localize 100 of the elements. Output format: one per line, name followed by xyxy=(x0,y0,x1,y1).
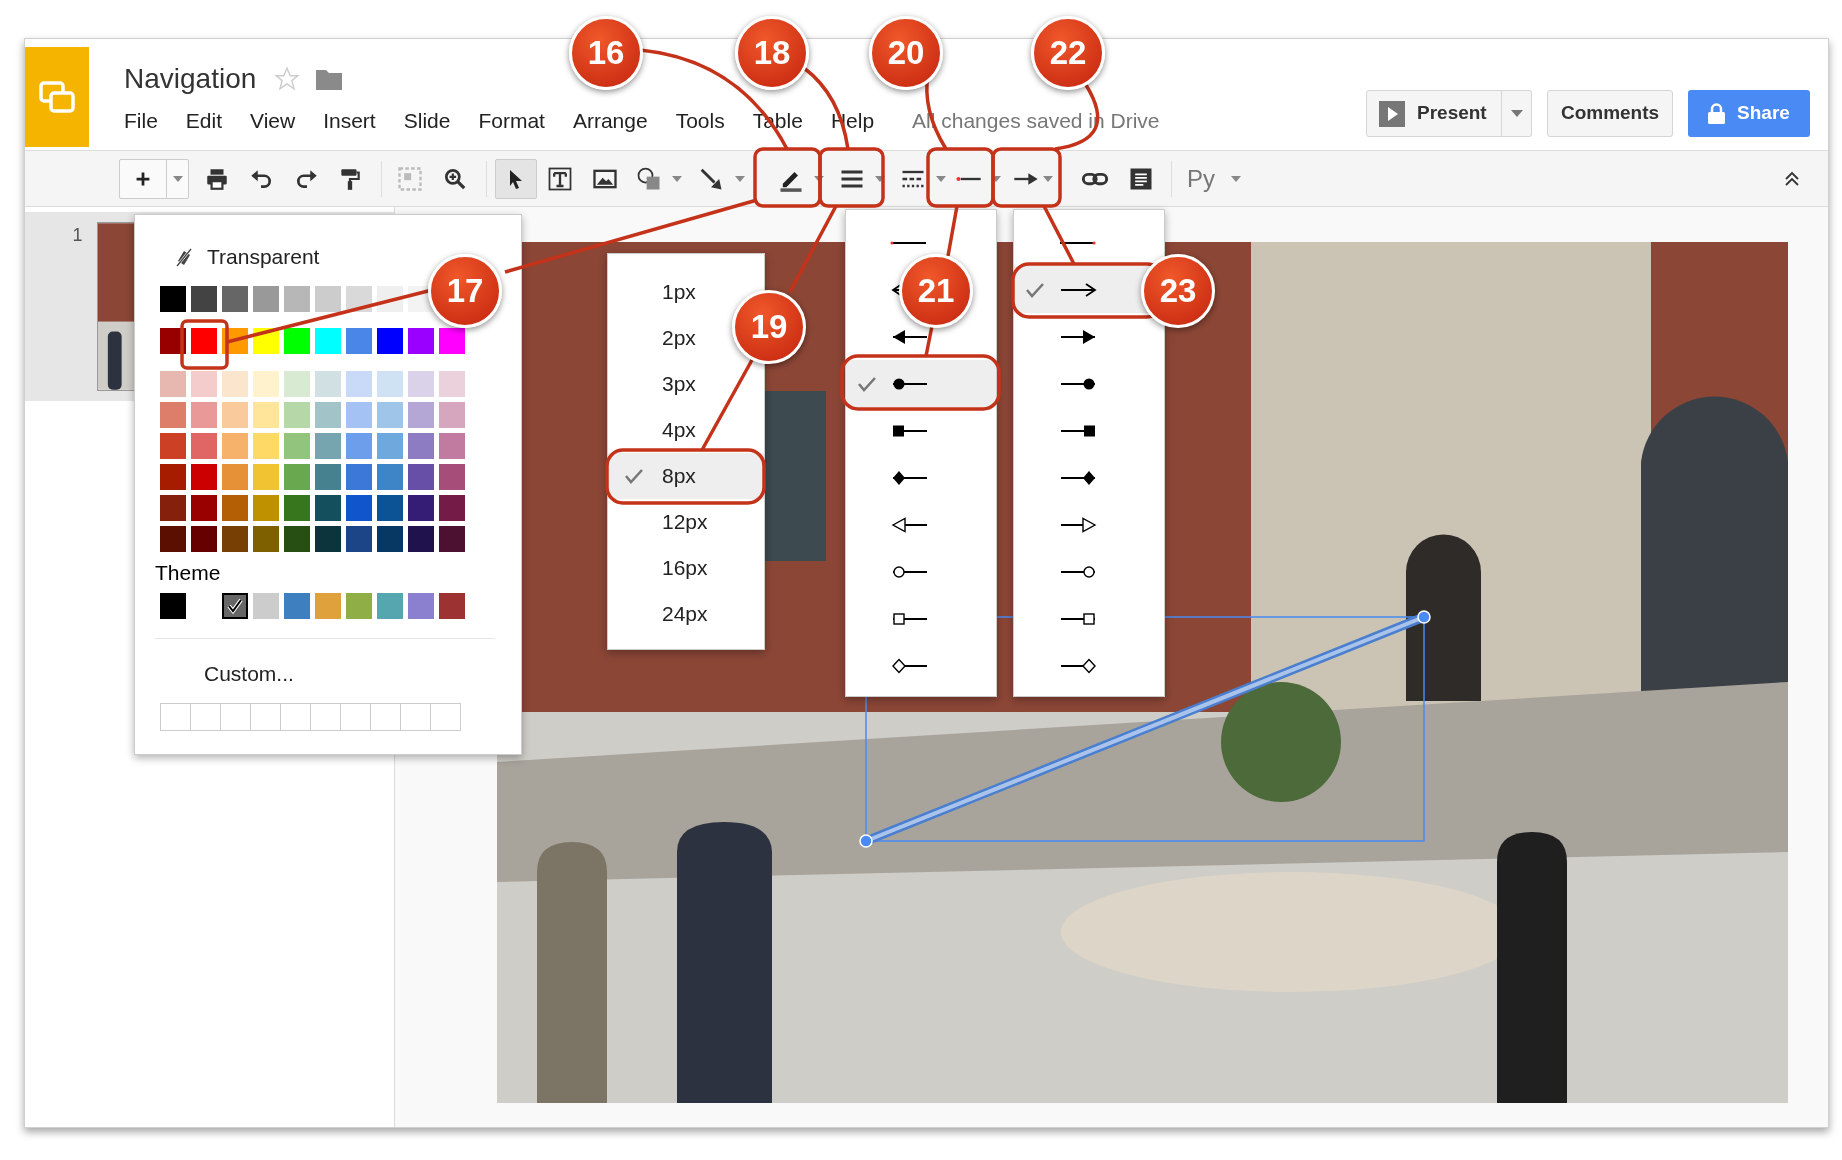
color-swatch[interactable] xyxy=(439,464,465,490)
color-swatch[interactable] xyxy=(191,464,217,490)
custom-color-slot[interactable] xyxy=(220,703,251,731)
color-swatch[interactable] xyxy=(253,593,279,619)
caret-icon[interactable] xyxy=(1231,175,1241,182)
custom-color-slot[interactable] xyxy=(310,703,341,731)
app-logo[interactable] xyxy=(25,47,89,147)
color-swatch[interactable] xyxy=(160,495,186,521)
menu-item[interactable]: Format xyxy=(478,105,545,137)
color-swatch[interactable] xyxy=(377,526,403,552)
color-swatch[interactable] xyxy=(408,328,434,354)
menu-option[interactable]: 12px xyxy=(608,499,764,545)
menu-item[interactable]: Arrange xyxy=(572,105,648,137)
color-swatch[interactable] xyxy=(191,371,217,397)
document-title[interactable]: Navigation xyxy=(124,58,257,100)
color-swatch[interactable] xyxy=(191,433,217,459)
color-swatch[interactable] xyxy=(160,593,186,619)
color-swatch[interactable] xyxy=(377,371,403,397)
caret-icon[interactable] xyxy=(814,175,824,182)
color-swatch[interactable] xyxy=(315,402,341,428)
color-swatch[interactable] xyxy=(377,464,403,490)
color-swatch[interactable] xyxy=(377,593,403,619)
caret-icon[interactable] xyxy=(172,175,183,182)
color-swatch[interactable] xyxy=(253,402,279,428)
comments-button[interactable]: Comments xyxy=(1547,90,1673,137)
color-swatch[interactable] xyxy=(222,371,248,397)
caret-icon[interactable] xyxy=(672,175,682,182)
new-slide-button[interactable] xyxy=(119,158,189,199)
custom-color-slot[interactable] xyxy=(280,703,311,731)
color-swatch[interactable] xyxy=(408,402,434,428)
color-swatch[interactable] xyxy=(408,526,434,552)
color-swatch[interactable] xyxy=(408,371,434,397)
custom-color-slot[interactable] xyxy=(370,703,401,731)
color-swatch[interactable] xyxy=(222,464,248,490)
color-swatch[interactable] xyxy=(160,371,186,397)
color-swatch[interactable] xyxy=(191,328,217,354)
menu-item[interactable]: Edit xyxy=(185,105,223,137)
menu-option[interactable]: 4px xyxy=(608,407,764,453)
select-button[interactable] xyxy=(495,158,537,199)
menu-item[interactable]: Insert xyxy=(323,105,376,137)
menu-option[interactable]: 3px xyxy=(608,361,764,407)
color-swatch[interactable] xyxy=(408,593,434,619)
color-swatch[interactable] xyxy=(439,328,465,354)
custom-color-slot[interactable] xyxy=(160,703,191,731)
color-swatch[interactable] xyxy=(222,526,248,552)
caret-icon[interactable] xyxy=(1043,175,1053,182)
color-swatch[interactable] xyxy=(377,402,403,428)
color-swatch[interactable] xyxy=(346,495,372,521)
custom-color-slot[interactable] xyxy=(190,703,221,731)
color-swatch[interactable] xyxy=(408,433,434,459)
color-swatch[interactable] xyxy=(284,286,310,312)
color-swatch[interactable] xyxy=(346,526,372,552)
color-swatch[interactable] xyxy=(253,464,279,490)
color-swatch[interactable] xyxy=(346,464,372,490)
color-swatch[interactable] xyxy=(191,495,217,521)
color-swatch[interactable] xyxy=(284,526,310,552)
color-swatch[interactable] xyxy=(160,526,186,552)
fit-icon[interactable] xyxy=(396,164,424,193)
color-swatch[interactable] xyxy=(377,433,403,459)
color-swatch[interactable] xyxy=(284,328,310,354)
color-swatch[interactable] xyxy=(222,286,248,312)
color-swatch[interactable] xyxy=(346,402,372,428)
color-swatch[interactable] xyxy=(222,593,248,619)
color-swatch[interactable] xyxy=(160,286,186,312)
menu-option[interactable]: 16px xyxy=(608,545,764,591)
color-swatch[interactable] xyxy=(315,593,341,619)
input-tools-button[interactable]: Py xyxy=(1187,160,1215,197)
color-swatch[interactable] xyxy=(315,526,341,552)
custom-color-slot[interactable] xyxy=(400,703,431,731)
menu-option[interactable]: 8px xyxy=(608,453,764,499)
color-swatch[interactable] xyxy=(408,464,434,490)
color-swatch[interactable] xyxy=(377,328,403,354)
color-swatch[interactable] xyxy=(253,371,279,397)
color-swatch[interactable] xyxy=(346,433,372,459)
color-swatch[interactable] xyxy=(315,495,341,521)
color-swatch[interactable] xyxy=(439,371,465,397)
color-swatch[interactable] xyxy=(346,328,372,354)
caret-icon[interactable] xyxy=(936,175,946,182)
color-swatch[interactable] xyxy=(315,433,341,459)
color-swatch[interactable] xyxy=(284,402,310,428)
color-swatch[interactable] xyxy=(315,371,341,397)
present-button[interactable]: Present xyxy=(1366,90,1502,137)
folder-icon[interactable] xyxy=(316,68,343,90)
color-swatch[interactable] xyxy=(191,286,217,312)
color-swatch[interactable] xyxy=(315,328,341,354)
color-swatch[interactable] xyxy=(253,526,279,552)
color-swatch[interactable] xyxy=(253,433,279,459)
menu-option[interactable]: 24px xyxy=(608,591,764,637)
color-swatch[interactable] xyxy=(160,464,186,490)
color-swatch[interactable] xyxy=(222,402,248,428)
color-swatch[interactable] xyxy=(284,495,310,521)
color-swatch[interactable] xyxy=(253,495,279,521)
color-swatch[interactable] xyxy=(284,433,310,459)
color-swatch[interactable] xyxy=(284,464,310,490)
menu-item[interactable]: View xyxy=(250,105,296,137)
color-swatch[interactable] xyxy=(315,464,341,490)
custom-color-slot[interactable] xyxy=(430,703,461,731)
color-swatch[interactable] xyxy=(222,495,248,521)
color-swatch[interactable] xyxy=(377,495,403,521)
color-swatch[interactable] xyxy=(284,593,310,619)
